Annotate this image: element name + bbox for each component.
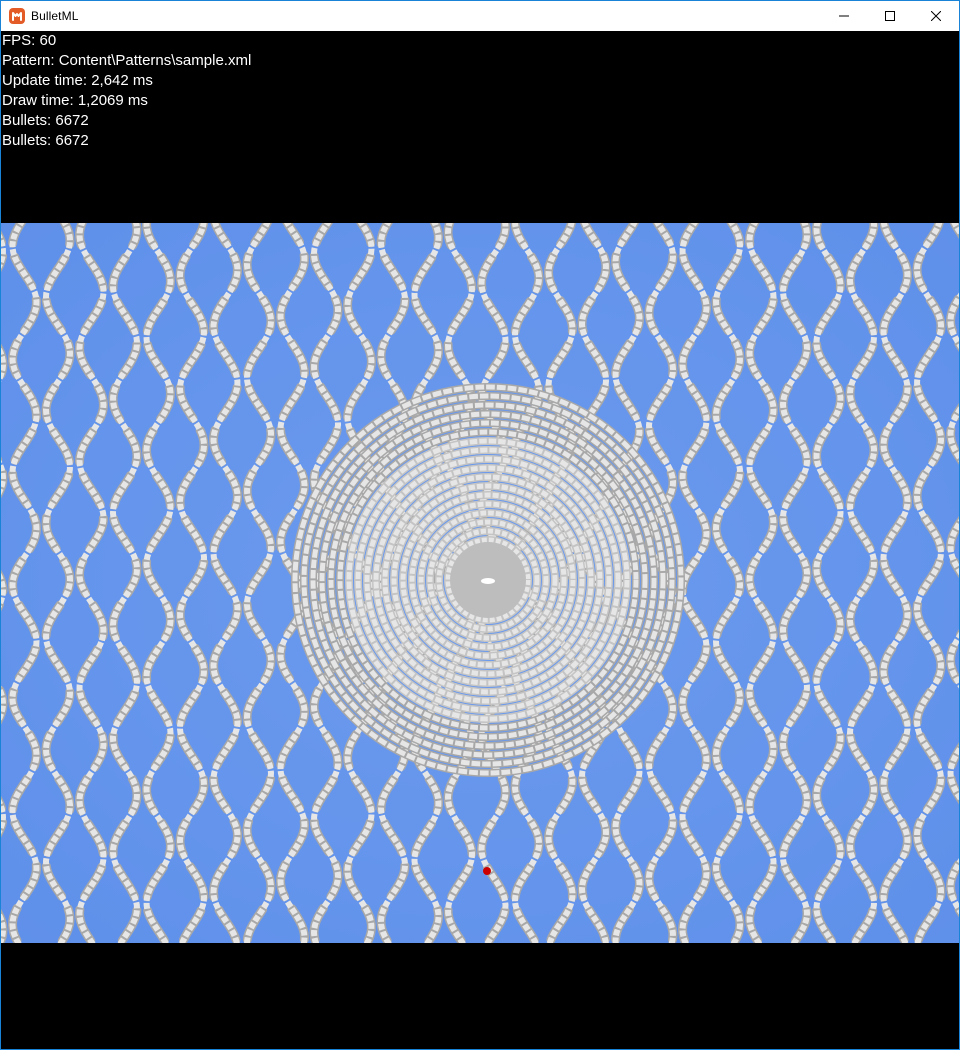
- debug-hud: FPS: 60 Pattern: Content\Patterns\sample…: [2, 31, 251, 151]
- game-viewport[interactable]: FPS: 60 Pattern: Content\Patterns\sample…: [1, 31, 959, 1049]
- close-icon: [931, 11, 941, 21]
- fps-readout: FPS: 60: [2, 32, 57, 49]
- update-time-readout: Update time: 2,642 ms: [2, 72, 153, 89]
- bullet-count-readout: Bullets: 6672: [2, 112, 89, 129]
- minimize-button[interactable]: [821, 1, 867, 31]
- maximize-icon: [885, 11, 895, 21]
- draw-time-readout: Draw time: 1,2069 ms: [2, 92, 148, 109]
- window-controls: [821, 1, 959, 31]
- minimize-icon: [839, 15, 849, 17]
- playfield[interactable]: [1, 223, 959, 943]
- emitter-icon: [481, 578, 495, 584]
- maximize-button[interactable]: [867, 1, 913, 31]
- monogame-logo-icon: [9, 8, 25, 24]
- pattern-readout: Pattern: Content\Patterns\sample.xml: [2, 52, 252, 69]
- player-ship-icon: [483, 867, 491, 875]
- bullet-count-readout-2: Bullets: 6672: [2, 132, 89, 149]
- close-button[interactable]: [913, 1, 959, 31]
- title-bar[interactable]: BulletML: [1, 1, 959, 31]
- window-title: BulletML: [31, 9, 79, 23]
- bullet-field: [1, 223, 959, 943]
- app-window: BulletML FPS: 60 Pattern: Content\Patter…: [0, 0, 960, 1050]
